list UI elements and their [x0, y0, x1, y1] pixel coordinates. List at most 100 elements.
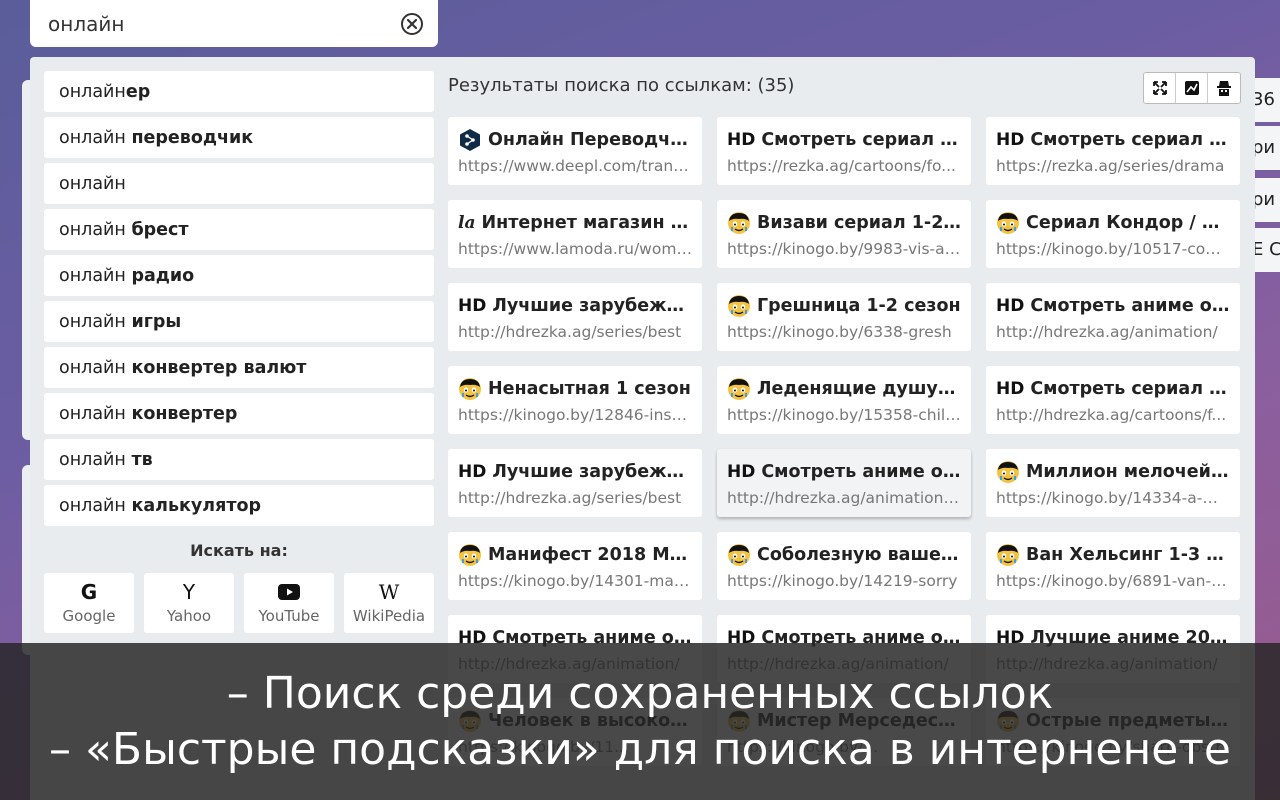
search-on-title: Искать на: [190, 541, 288, 560]
suggestion-prefix: онлайн [59, 357, 132, 378]
suggestion-prefix: онлайн [59, 173, 126, 194]
google-icon: G [80, 580, 98, 604]
engine-youtube-button[interactable]: YouTube [244, 573, 334, 633]
suggestion-prefix: онлайн [59, 403, 132, 424]
link-title-row: Визави сериал 1-2 сезон [727, 210, 961, 236]
search-input[interactable] [48, 11, 400, 36]
link-url: http://hdrezka.ag/series/best [458, 323, 682, 341]
link-title: Миллион мелочей сериал [1026, 462, 1230, 482]
suggestion-item[interactable]: онлайн калькулятор [44, 485, 434, 526]
link-url: https://kinogo.by/10517-condor [996, 240, 1230, 258]
link-card[interactable]: Онлайн Переводчик DeepL https://www.deepl… [448, 117, 702, 185]
link-url: https://www.lamoda.ru/women [458, 240, 692, 258]
clear-icon[interactable] [400, 12, 424, 36]
link-card[interactable]: Ван Хельсинг 1-3 сезон https://kinogo.by/… [986, 532, 1240, 600]
caption-overlay: – Поиск среди сохраненных ссылок – «Быст… [0, 643, 1280, 800]
link-card[interactable]: Миллион мелочей сериал https://kinogo.by/… [986, 449, 1240, 517]
link-title-row: Ненасытная 1 сезон [458, 376, 692, 402]
link-card[interactable]: HDСмотреть сериал онлайн https://rezka.ag… [717, 117, 971, 185]
kinogo-icon [996, 543, 1020, 567]
deepl-icon [458, 128, 482, 152]
link-title: Соболезную вашей утрате [757, 545, 961, 565]
link-url: https://kinogo.by/6891-van-helsing [996, 572, 1230, 590]
link-title-row: Миллион мелочей сериал [996, 459, 1230, 485]
incognito-icon [1217, 81, 1231, 96]
suggestion-prefix: онлайн [59, 219, 132, 240]
link-card[interactable]: Сериал Кондор / Condor https://kinogo.by/… [986, 200, 1240, 268]
wikipedia-icon: W [378, 580, 400, 604]
link-title-row: HDЛучшие зарубежные сериалы [458, 293, 692, 319]
link-url: https://rezka.ag/series/drama [996, 157, 1225, 175]
kinogo-icon [458, 543, 482, 567]
link-title: Леденящие душу приключения [757, 379, 961, 399]
link-card[interactable]: laИнтернет магазин Lamoda https://www.lam… [448, 200, 702, 268]
yahoo-icon: Y [182, 580, 196, 604]
link-url: https://kinogo.by/14301-manifest [458, 572, 692, 590]
kinogo-icon [727, 211, 751, 235]
link-title-row: HDСмотреть сериал онлайн [996, 376, 1230, 402]
suggestion-completion: игры [131, 311, 182, 332]
link-card[interactable]: HDЛучшие зарубежные сериалы http://hdrezk… [448, 283, 702, 351]
suggestion-item[interactable]: онлайн брест [44, 209, 434, 250]
suggestion-item[interactable]: онлайн [44, 163, 434, 204]
suggestion-prefix: онлайн [59, 265, 132, 286]
link-url: https://kinogo.by/14219-sorry [727, 572, 958, 590]
suggestion-prefix: онлайн [59, 311, 132, 332]
engine-yahoo-button[interactable]: Y Yahoo [144, 573, 234, 633]
suggestion-completion: радио [131, 265, 195, 286]
results-title: Результаты поиска по ссылкам: (35) [448, 75, 795, 96]
suggestion-item[interactable]: онлайн тв [44, 439, 434, 480]
engine-wikipedia-button[interactable]: W WikiPedia [344, 573, 434, 633]
link-card[interactable]: Манифест 2018 Manifest https://kinogo.by/… [448, 532, 702, 600]
suggestion-item[interactable]: онлайн конвертер валют [44, 347, 434, 388]
link-title: Смотреть сериал онлайн [761, 130, 961, 150]
suggestion-item[interactable]: онлайн игры [44, 301, 434, 342]
link-card[interactable]: HDСмотреть сериал онлайн http://hdrezka.a… [986, 366, 1240, 434]
caption-line: – Поиск среди сохраненных ссылок [226, 667, 1054, 719]
suggestion-item[interactable]: онлайн переводчик [44, 117, 434, 158]
suggestion-completion: переводчик [131, 127, 254, 148]
suggestion-item[interactable]: онлайн ер [44, 71, 434, 112]
link-title: Ван Хельсинг 1-3 сезон [1026, 545, 1230, 565]
link-card[interactable]: HDСмотреть аниме онлайн http://hdrezka.ag… [986, 283, 1240, 351]
link-title: Ненасытная 1 сезон [488, 379, 691, 399]
suggestion-completion: конвертер валют [131, 357, 307, 378]
engine-label: YouTube [258, 607, 320, 625]
suggestion-prefix: онлайн [59, 127, 132, 148]
lamoda-icon: la [458, 213, 476, 233]
link-card[interactable]: Леденящие душу приключения https://kinogo… [717, 366, 971, 434]
link-title-row: HDСмотреть аниме онлайн [996, 293, 1230, 319]
link-url: https://www.deepl.com/translator [458, 157, 692, 175]
incognito-button[interactable] [1208, 73, 1240, 103]
link-card[interactable]: Грешница 1-2 сезон https://kinogo.by/6338… [717, 283, 971, 351]
suggestion-completion: брест [131, 219, 189, 240]
link-title-row: Ван Хельсинг 1-3 сезон [996, 542, 1230, 568]
image-mode-button[interactable] [1176, 73, 1208, 103]
link-card[interactable]: HDСмотреть аниме онлайн http://hdrezka.ag… [717, 449, 971, 517]
link-card[interactable]: HDЛучшие зарубежные сериалы http://hdrezk… [448, 449, 702, 517]
expand-button[interactable] [1144, 73, 1176, 103]
suggestion-prefix: онлайн [59, 449, 132, 470]
kinogo-icon [996, 211, 1020, 235]
link-url: https://kinogo.by/15358-chilling [727, 406, 961, 424]
hd-icon: HD [996, 130, 1025, 150]
link-title: Смотреть сериал онлайн [1030, 130, 1230, 150]
link-title: Смотреть аниме онлайн [761, 462, 961, 482]
search-engines: G Google Y Yahoo YouTube W WikiPedia [44, 573, 434, 633]
caption-line: – «Быстрые подсказки» для поиска в интер… [49, 723, 1231, 775]
suggestion-prefix: онлайн [59, 495, 132, 516]
link-card[interactable]: Соболезную вашей утрате https://kinogo.by… [717, 532, 971, 600]
suggestion-item[interactable]: онлайн конвертер [44, 393, 434, 434]
link-title-row: Сериал Кондор / Condor [996, 210, 1230, 236]
link-card[interactable]: Ненасытная 1 сезон https://kinogo.by/1284… [448, 366, 702, 434]
link-card[interactable]: Визави сериал 1-2 сезон https://kinogo.by… [717, 200, 971, 268]
suggestion-completion: ер [125, 81, 151, 102]
link-title-row: HDСмотреть аниме онлайн [727, 459, 961, 485]
link-card[interactable]: HDСмотреть сериал онлайн https://rezka.ag… [986, 117, 1240, 185]
engine-label: WikiPedia [352, 607, 426, 625]
link-title: Манифест 2018 Manifest [488, 545, 692, 565]
suggestion-item[interactable]: онлайн радио [44, 255, 434, 296]
suggestion-prefix: онлайн [59, 81, 126, 102]
engine-google-button[interactable]: G Google [44, 573, 134, 633]
link-title-row: HDЛучшие зарубежные сериалы [458, 459, 692, 485]
